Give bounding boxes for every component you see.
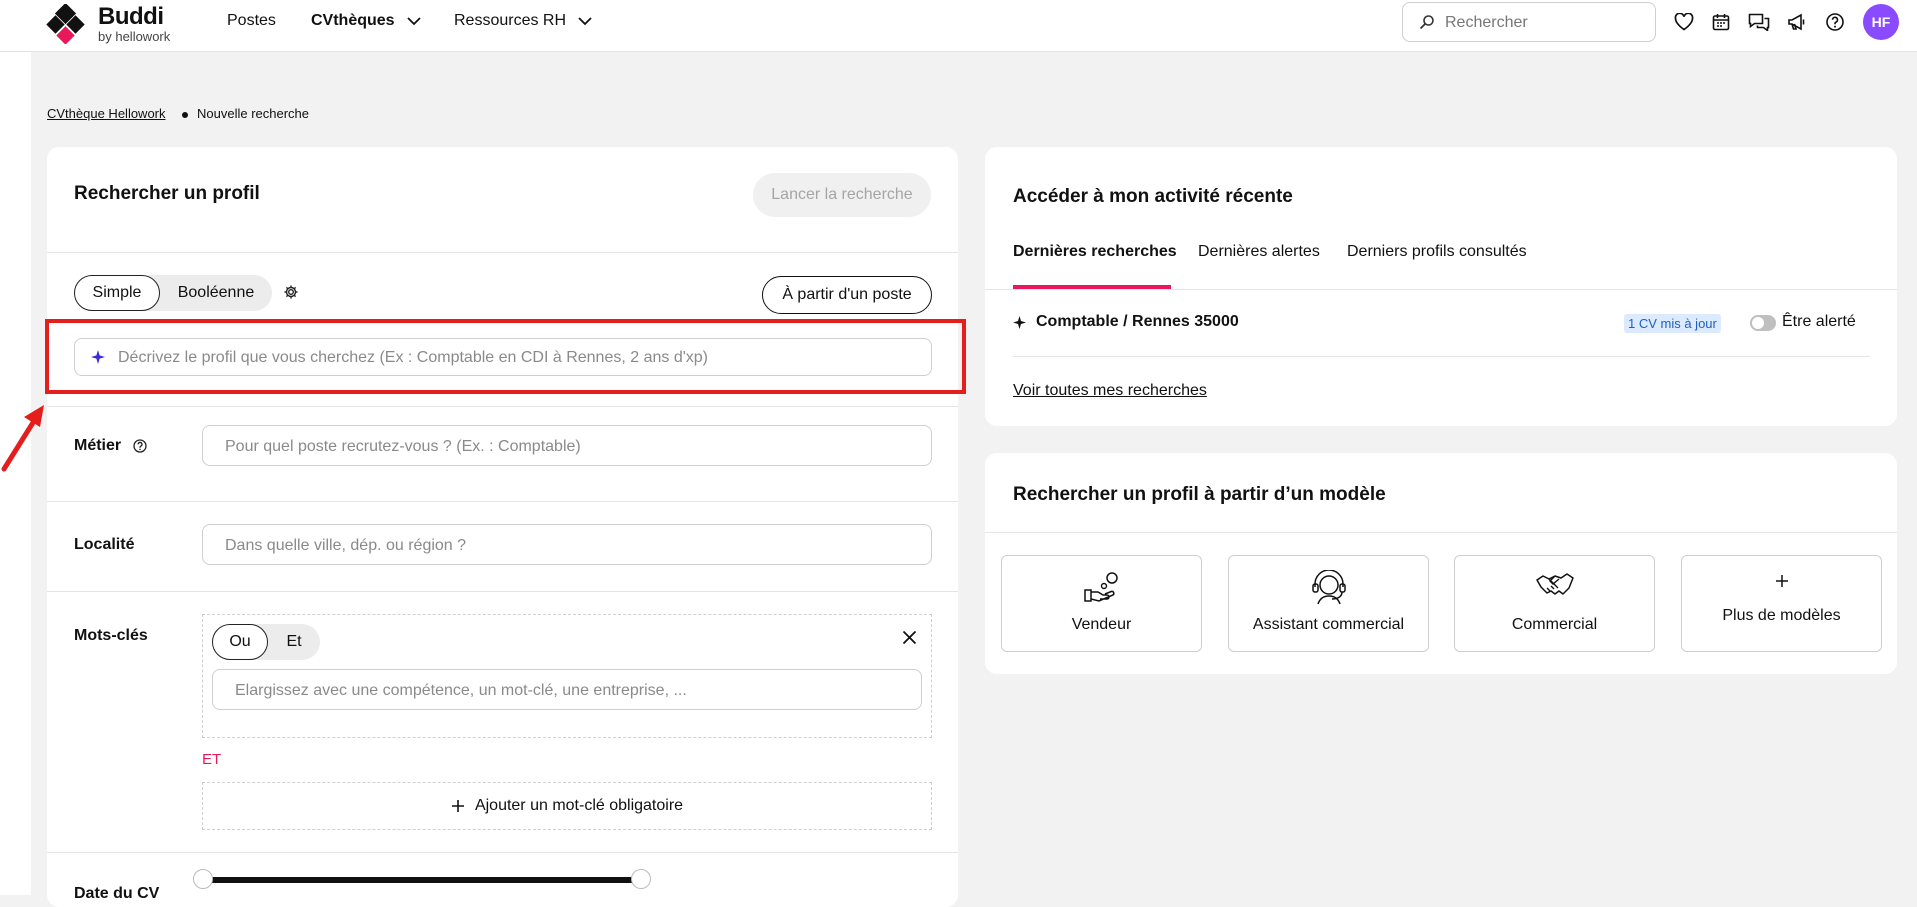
divider xyxy=(47,501,958,502)
nav-cvtheques-label: CVthèques xyxy=(311,12,395,29)
template-card-label: Plus de modèles xyxy=(1722,607,1841,624)
slider-min-handle[interactable] xyxy=(193,869,213,889)
calendar-icon[interactable] xyxy=(1709,10,1733,34)
divider xyxy=(1013,356,1870,357)
keyword-input[interactable] xyxy=(233,670,905,711)
keyword-logic-switch: Ou Et xyxy=(212,624,320,660)
and-operator-label: ET xyxy=(202,751,222,768)
sparkle-icon xyxy=(1013,315,1026,329)
alert-toggle[interactable] xyxy=(1750,315,1776,331)
nav-postes[interactable]: Postes xyxy=(227,12,276,30)
announcement-megaphone-icon[interactable] xyxy=(1785,10,1809,34)
add-keyword-label: Ajouter un mot-clé obligatoire xyxy=(474,797,684,814)
add-mandatory-keyword-button[interactable]: Ajouter un mot-clé obligatoire xyxy=(202,782,932,830)
divider xyxy=(47,852,958,853)
divider xyxy=(985,532,1897,533)
nav-postes-label: Postes xyxy=(227,12,276,29)
template-card-assistant-commercial[interactable]: Assistant commercial xyxy=(1228,555,1429,652)
hand-coins-icon xyxy=(1083,572,1118,602)
top-bar: Buddi by hellowork Postes CVthèques Ress… xyxy=(0,0,1917,52)
breadcrumb-current: Nouvelle recherche xyxy=(197,106,310,121)
logic-ou-option[interactable]: Ou xyxy=(212,624,268,660)
breadcrumb-parent-link[interactable]: CVthèque Hellowork xyxy=(47,106,166,121)
slider-max-handle[interactable] xyxy=(631,869,651,889)
metier-input[interactable] xyxy=(223,426,915,467)
date-range-slider[interactable] xyxy=(202,877,641,883)
global-search[interactable] xyxy=(1402,2,1656,42)
recent-search-item[interactable]: Comptable / Rennes 35000 xyxy=(1013,313,1239,331)
nav-ressources-rh[interactable]: Ressources RH xyxy=(454,12,592,30)
user-avatar[interactable]: HF xyxy=(1863,4,1899,40)
date-cv-label: Date du CV xyxy=(74,885,160,902)
from-job-button[interactable]: À partir d'un poste xyxy=(762,276,932,314)
recent-search-label: Comptable / Rennes 35000 xyxy=(1036,313,1239,330)
plus-icon xyxy=(1775,575,1788,587)
plus-icon xyxy=(451,800,464,812)
tab-derniers-profils[interactable]: Derniers profils consultés xyxy=(1347,243,1527,261)
brand-logo[interactable]: Buddi by hellowork xyxy=(46,2,186,46)
nav-ressources-label: Ressources RH xyxy=(454,12,567,29)
divider xyxy=(47,406,958,407)
divider xyxy=(47,591,958,592)
localite-input[interactable] xyxy=(223,525,915,566)
page-left-strip xyxy=(0,52,31,895)
settings-gear-icon[interactable] xyxy=(283,284,299,305)
brand-subtitle: by hellowork xyxy=(98,29,171,44)
search-panel-title: Rechercher un profil xyxy=(74,183,260,204)
mode-boolean-option[interactable]: Booléenne xyxy=(160,275,272,311)
breadcrumb-parent[interactable]: CVthèque Hellowork xyxy=(47,106,166,121)
see-all-searches-link[interactable]: Voir toutes mes recherches xyxy=(1013,382,1207,400)
updated-cv-badge: 1 CV mis à jour xyxy=(1624,314,1721,333)
messages-icon[interactable] xyxy=(1747,10,1771,34)
divider xyxy=(47,252,958,253)
red-arrow-annotation xyxy=(1,405,44,472)
divider xyxy=(985,289,1897,290)
keyword-field[interactable] xyxy=(212,669,922,711)
nav-cvtheques[interactable]: CVthèques xyxy=(311,12,421,30)
metier-field[interactable] xyxy=(202,425,932,467)
buddi-logo-icon xyxy=(46,4,85,44)
help-question-icon[interactable] xyxy=(133,439,147,453)
activity-panel-title: Accéder à mon activité récente xyxy=(1013,186,1293,207)
launch-search-button[interactable]: Lancer la recherche xyxy=(753,173,931,217)
template-card-vendeur[interactable]: Vendeur xyxy=(1001,555,1202,652)
template-card-commercial[interactable]: Commercial xyxy=(1454,555,1655,652)
breadcrumb-separator xyxy=(182,112,188,118)
logic-et-option[interactable]: Et xyxy=(268,624,320,660)
brand-name: Buddi xyxy=(98,3,164,30)
localite-field[interactable] xyxy=(202,524,932,566)
alert-toggle-label: Être alerté xyxy=(1782,313,1856,330)
handshake-icon xyxy=(1535,573,1574,595)
template-card-label: Vendeur xyxy=(1071,616,1132,633)
tab-dernieres-alertes[interactable]: Dernières alertes xyxy=(1198,243,1320,261)
mode-simple-option[interactable]: Simple xyxy=(74,275,160,311)
template-card-more-templates[interactable]: Plus de modèles xyxy=(1681,555,1882,652)
favorites-heart-icon[interactable] xyxy=(1672,10,1696,34)
search-mode-switch: Simple Booléenne xyxy=(74,275,272,311)
tab-dernieres-recherches[interactable]: Dernières recherches xyxy=(1013,243,1177,261)
search-icon xyxy=(1419,15,1434,30)
localite-label: Localité xyxy=(74,536,135,553)
templates-panel-title: Rechercher un profil à partir d’un modèl… xyxy=(1013,484,1386,505)
headset-icon xyxy=(1311,570,1346,605)
mots-cles-label: Mots-clés xyxy=(74,627,148,644)
global-search-input[interactable] xyxy=(1443,11,1647,35)
chevron-down-icon xyxy=(406,16,421,25)
close-icon[interactable] xyxy=(902,630,917,645)
help-question-icon[interactable] xyxy=(1823,10,1847,34)
template-card-label: Assistant commercial xyxy=(1252,616,1405,633)
template-card-label: Commercial xyxy=(1511,616,1598,633)
chevron-down-icon xyxy=(578,16,592,25)
highlight-annotation-box xyxy=(45,319,966,394)
metier-label: Métier xyxy=(74,437,122,454)
